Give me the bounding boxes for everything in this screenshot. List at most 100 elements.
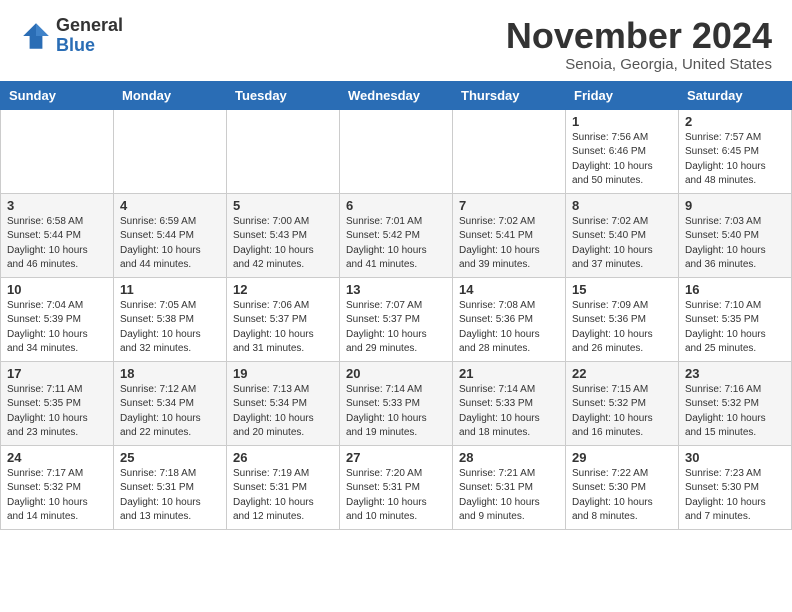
calendar-day-cell: 19 Sunrise: 7:13 AM Sunset: 5:34 PM Dayli… xyxy=(227,361,340,445)
day-info: Sunrise: 7:01 AM Sunset: 5:42 PM Dayligh… xyxy=(346,215,446,273)
logo-general-text: General xyxy=(56,16,123,36)
calendar-header-monday: Monday xyxy=(114,81,227,109)
day-info: Sunrise: 7:19 AM Sunset: 5:31 PM Dayligh… xyxy=(233,467,333,525)
calendar-table: SundayMondayTuesdayWednesdayThursdayFrid… xyxy=(0,81,792,530)
day-info: Sunrise: 7:07 AM Sunset: 5:37 PM Dayligh… xyxy=(346,299,446,357)
calendar-day-cell: 24 Sunrise: 7:17 AM Sunset: 5:32 PM Dayli… xyxy=(1,445,114,529)
day-info: Sunrise: 7:14 AM Sunset: 5:33 PM Dayligh… xyxy=(459,383,559,441)
day-info: Sunrise: 7:05 AM Sunset: 5:38 PM Dayligh… xyxy=(120,299,220,357)
day-info: Sunrise: 7:20 AM Sunset: 5:31 PM Dayligh… xyxy=(346,467,446,525)
calendar-header-tuesday: Tuesday xyxy=(227,81,340,109)
day-number: 3 xyxy=(7,198,107,213)
calendar-day-cell: 6 Sunrise: 7:01 AM Sunset: 5:42 PM Daylig… xyxy=(340,193,453,277)
calendar-day-cell: 5Sunrise: 7:00 AM Sunset: 5:43 PM Daylig… xyxy=(227,193,340,277)
calendar-day-cell: 14Sunrise: 7:08 AM Sunset: 5:36 PM Dayli… xyxy=(453,277,566,361)
day-info: Sunrise: 7:57 AM Sunset: 6:45 PM Dayligh… xyxy=(685,131,785,189)
day-number: 8 xyxy=(572,198,672,213)
day-number: 26 xyxy=(233,450,333,465)
day-number: 7 xyxy=(459,198,559,213)
day-number: 2 xyxy=(685,114,785,129)
calendar-week-row: 3 Sunrise: 6:58 AM Sunset: 5:44 PM Daylig… xyxy=(1,193,792,277)
day-number: 23 xyxy=(685,366,785,381)
day-number: 5 xyxy=(233,198,333,213)
calendar-day-cell: 25Sunrise: 7:18 AM Sunset: 5:31 PM Dayli… xyxy=(114,445,227,529)
day-number: 10 xyxy=(7,282,107,297)
day-number: 22 xyxy=(572,366,672,381)
day-info: Sunrise: 7:56 AM Sunset: 6:46 PM Dayligh… xyxy=(572,131,672,189)
day-number: 12 xyxy=(233,282,333,297)
day-number: 24 xyxy=(7,450,107,465)
calendar-day-cell: 28 Sunrise: 7:21 AM Sunset: 5:31 PM Dayli… xyxy=(453,445,566,529)
day-info: Sunrise: 7:21 AM Sunset: 5:31 PM Dayligh… xyxy=(459,467,559,525)
calendar-week-row: 24 Sunrise: 7:17 AM Sunset: 5:32 PM Dayli… xyxy=(1,445,792,529)
calendar-day-cell: 3 Sunrise: 6:58 AM Sunset: 5:44 PM Daylig… xyxy=(1,193,114,277)
day-info: Sunrise: 7:22 AM Sunset: 5:30 PM Dayligh… xyxy=(572,467,672,525)
day-number: 11 xyxy=(120,282,220,297)
day-info: Sunrise: 6:58 AM Sunset: 5:44 PM Dayligh… xyxy=(7,215,107,273)
calendar-day-cell: 29Sunrise: 7:22 AM Sunset: 5:30 PM Dayli… xyxy=(566,445,679,529)
logo-icon xyxy=(20,20,52,52)
logo-text: General Blue xyxy=(56,16,123,56)
day-info: Sunrise: 7:18 AM Sunset: 5:31 PM Dayligh… xyxy=(120,467,220,525)
calendar-day-cell xyxy=(1,109,114,193)
month-title: November 2024 xyxy=(506,16,772,56)
calendar-day-cell: 7 Sunrise: 7:02 AM Sunset: 5:41 PM Daylig… xyxy=(453,193,566,277)
location: Senoia, Georgia, United States xyxy=(506,56,772,73)
day-number: 19 xyxy=(233,366,333,381)
calendar-day-cell: 18 Sunrise: 7:12 AM Sunset: 5:34 PM Dayli… xyxy=(114,361,227,445)
calendar-day-cell: 11 Sunrise: 7:05 AM Sunset: 5:38 PM Dayli… xyxy=(114,277,227,361)
day-number: 16 xyxy=(685,282,785,297)
calendar-day-cell: 10 Sunrise: 7:04 AM Sunset: 5:39 PM Dayli… xyxy=(1,277,114,361)
calendar-header-saturday: Saturday xyxy=(679,81,792,109)
calendar-day-cell: 2 Sunrise: 7:57 AM Sunset: 6:45 PM Daylig… xyxy=(679,109,792,193)
day-number: 28 xyxy=(459,450,559,465)
calendar-day-cell xyxy=(453,109,566,193)
calendar-day-cell: 9Sunrise: 7:03 AM Sunset: 5:40 PM Daylig… xyxy=(679,193,792,277)
calendar-day-cell: 23 Sunrise: 7:16 AM Sunset: 5:32 PM Dayli… xyxy=(679,361,792,445)
calendar-header-wednesday: Wednesday xyxy=(340,81,453,109)
day-info: Sunrise: 7:16 AM Sunset: 5:32 PM Dayligh… xyxy=(685,383,785,441)
title-area: November 2024 Senoia, Georgia, United St… xyxy=(506,16,772,73)
calendar-day-cell: 21Sunrise: 7:14 AM Sunset: 5:33 PM Dayli… xyxy=(453,361,566,445)
logo: General Blue xyxy=(20,16,123,56)
calendar-day-cell: 16Sunrise: 7:10 AM Sunset: 5:35 PM Dayli… xyxy=(679,277,792,361)
day-number: 14 xyxy=(459,282,559,297)
day-info: Sunrise: 7:02 AM Sunset: 5:41 PM Dayligh… xyxy=(459,215,559,273)
day-info: Sunrise: 7:12 AM Sunset: 5:34 PM Dayligh… xyxy=(120,383,220,441)
header: General Blue November 2024 Senoia, Georg… xyxy=(0,0,792,81)
calendar-day-cell: 8 Sunrise: 7:02 AM Sunset: 5:40 PM Daylig… xyxy=(566,193,679,277)
day-number: 18 xyxy=(120,366,220,381)
calendar-header-friday: Friday xyxy=(566,81,679,109)
calendar-day-cell xyxy=(340,109,453,193)
calendar-day-cell: 30Sunrise: 7:23 AM Sunset: 5:30 PM Dayli… xyxy=(679,445,792,529)
calendar-day-cell: 15 Sunrise: 7:09 AM Sunset: 5:36 PM Dayli… xyxy=(566,277,679,361)
calendar-day-cell: 17 Sunrise: 7:11 AM Sunset: 5:35 PM Dayli… xyxy=(1,361,114,445)
calendar-day-cell: 22Sunrise: 7:15 AM Sunset: 5:32 PM Dayli… xyxy=(566,361,679,445)
calendar-header-row: SundayMondayTuesdayWednesdayThursdayFrid… xyxy=(1,81,792,109)
page: General Blue November 2024 Senoia, Georg… xyxy=(0,0,792,530)
calendar-day-cell: 1 Sunrise: 7:56 AM Sunset: 6:46 PM Daylig… xyxy=(566,109,679,193)
day-number: 27 xyxy=(346,450,446,465)
calendar-day-cell: 12Sunrise: 7:06 AM Sunset: 5:37 PM Dayli… xyxy=(227,277,340,361)
day-number: 1 xyxy=(572,114,672,129)
day-number: 17 xyxy=(7,366,107,381)
calendar-header-sunday: Sunday xyxy=(1,81,114,109)
calendar-day-cell: 4 Sunrise: 6:59 AM Sunset: 5:44 PM Daylig… xyxy=(114,193,227,277)
calendar-day-cell: 27 Sunrise: 7:20 AM Sunset: 5:31 PM Dayli… xyxy=(340,445,453,529)
logo-blue-text: Blue xyxy=(56,36,123,56)
day-info: Sunrise: 7:09 AM Sunset: 5:36 PM Dayligh… xyxy=(572,299,672,357)
day-number: 15 xyxy=(572,282,672,297)
day-info: Sunrise: 6:59 AM Sunset: 5:44 PM Dayligh… xyxy=(120,215,220,273)
day-number: 4 xyxy=(120,198,220,213)
day-info: Sunrise: 7:04 AM Sunset: 5:39 PM Dayligh… xyxy=(7,299,107,357)
day-info: Sunrise: 7:14 AM Sunset: 5:33 PM Dayligh… xyxy=(346,383,446,441)
calendar-day-cell xyxy=(227,109,340,193)
day-info: Sunrise: 7:13 AM Sunset: 5:34 PM Dayligh… xyxy=(233,383,333,441)
day-info: Sunrise: 7:02 AM Sunset: 5:40 PM Dayligh… xyxy=(572,215,672,273)
day-info: Sunrise: 7:17 AM Sunset: 5:32 PM Dayligh… xyxy=(7,467,107,525)
day-info: Sunrise: 7:11 AM Sunset: 5:35 PM Dayligh… xyxy=(7,383,107,441)
day-number: 13 xyxy=(346,282,446,297)
day-number: 30 xyxy=(685,450,785,465)
day-number: 6 xyxy=(346,198,446,213)
calendar-day-cell: 13 Sunrise: 7:07 AM Sunset: 5:37 PM Dayli… xyxy=(340,277,453,361)
